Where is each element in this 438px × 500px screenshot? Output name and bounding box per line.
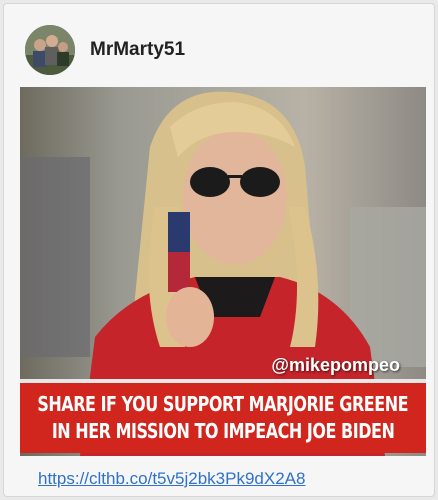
banner-line-1: SHARE IF YOU SUPPORT MARJORIE GREENE	[37, 392, 409, 416]
post-link[interactable]: https://clthb.co/t5v5j2bk3Pk9dX2A8	[38, 469, 305, 489]
banner-line-2: IN HER MISSION TO IMPEACH JOE BIDEN	[51, 419, 395, 443]
avatar[interactable]	[25, 25, 75, 75]
post-card: MrMarty51 @mikepompeo SHARE IF YOU SUPPO…	[3, 3, 435, 497]
post-image[interactable]: @mikepompeo SHARE IF YOU SUPPORT MARJORI…	[20, 87, 426, 456]
username[interactable]: MrMarty51	[90, 39, 185, 61]
banner: SHARE IF YOU SUPPORT MARJORIE GREENE IN …	[20, 379, 426, 453]
watermark-label: @mikepompeo	[271, 355, 400, 375]
avatar-photo-icon	[25, 25, 75, 75]
